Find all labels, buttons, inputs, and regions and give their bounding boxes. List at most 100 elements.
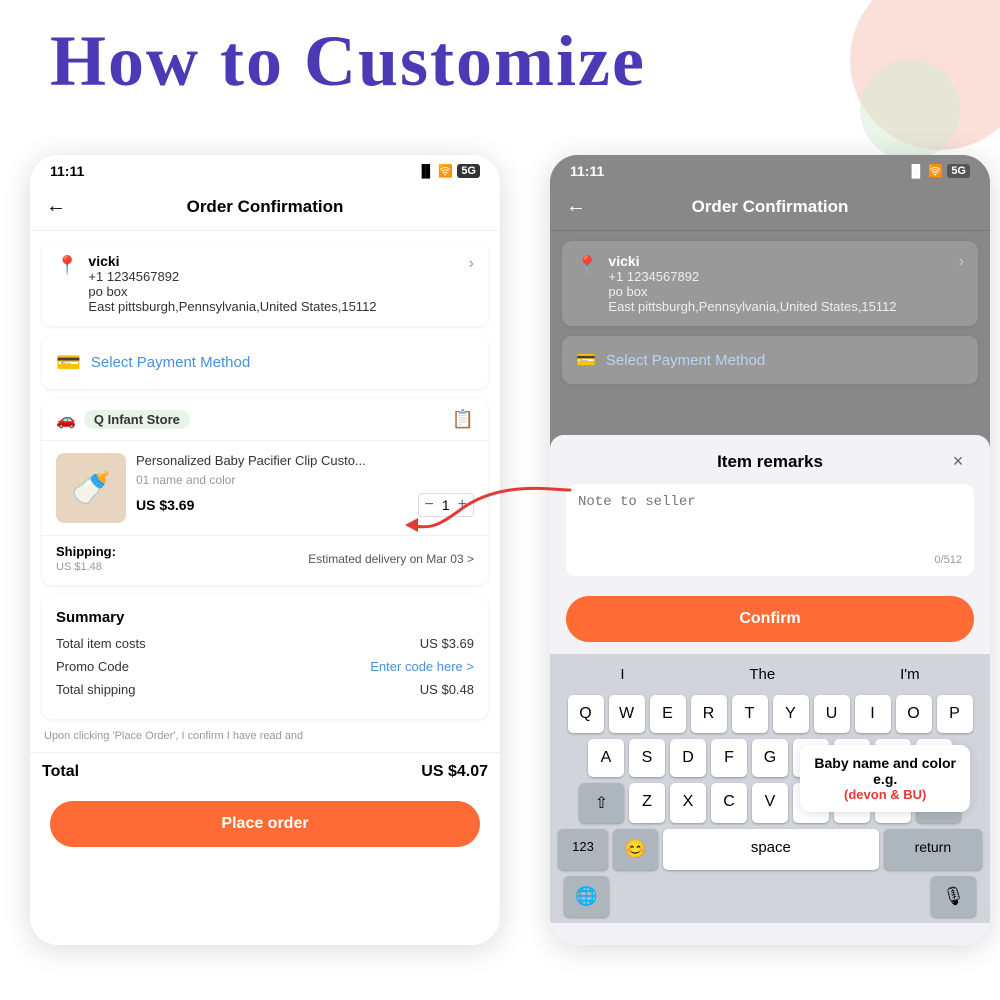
product-image-inner-left: 🍼: [56, 453, 126, 523]
addr-line1-left: po box: [88, 284, 458, 299]
key-space[interactable]: space: [663, 829, 879, 870]
key-shift[interactable]: ⇧: [579, 783, 624, 823]
key-t[interactable]: T: [732, 695, 768, 733]
summary-section-left: Summary Total item costs US $3.69 Promo …: [42, 595, 488, 719]
payment-icon-right-bg: 💳: [576, 350, 596, 370]
key-mic[interactable]: 🎙: [931, 876, 976, 917]
page-title: How to Customize: [50, 20, 646, 103]
key-emoji[interactable]: 😊: [613, 829, 658, 870]
key-g[interactable]: G: [752, 739, 788, 777]
place-order-button-left[interactable]: Place order: [50, 801, 480, 847]
key-x[interactable]: X: [670, 783, 706, 823]
addr-line2-left: East pittsburgh,Pennsylvania,United Stat…: [88, 299, 458, 314]
summary-row-shipping-left: Total shipping US $0.48: [56, 682, 474, 697]
payment-icon-left: 💳: [56, 350, 81, 375]
note-icon-left[interactable]: 📋: [452, 409, 474, 430]
keyboard-suggestions: I The I'm: [554, 662, 986, 687]
addr-name-right-bg: vicki: [608, 253, 948, 269]
summary-shipping-value-left: US $0.48: [420, 682, 474, 697]
back-button-left[interactable]: ←: [46, 195, 66, 218]
instruction-line1: Baby name and color: [814, 755, 956, 771]
product-name-left: Personalized Baby Pacifier Clip Custo...: [136, 453, 474, 470]
address-row-left: 📍 vicki +1 1234567892 po box East pittsb…: [56, 253, 474, 314]
nav-title-right-bg: Order Confirmation: [586, 197, 954, 217]
key-f[interactable]: F: [711, 739, 747, 777]
summary-row-promo-left[interactable]: Promo Code Enter code here >: [56, 659, 474, 674]
summary-row-items-left: Total item costs US $3.69: [56, 636, 474, 651]
suggestion-im[interactable]: I'm: [892, 662, 928, 687]
key-i[interactable]: I: [855, 695, 891, 733]
addr-phone-left: +1 1234567892: [88, 269, 458, 284]
total-label-left: Total: [42, 763, 79, 781]
note-counter: 0/512: [578, 554, 962, 566]
addr-phone-right-bg: +1 1234567892: [608, 269, 948, 284]
location-icon-left: 📍: [56, 255, 78, 276]
key-a[interactable]: A: [588, 739, 624, 777]
key-p[interactable]: P: [937, 695, 973, 733]
key-y[interactable]: Y: [773, 695, 809, 733]
keyboard-globe-mic-row: 🌐 🎙: [554, 870, 986, 919]
store-icon-left: 🚗: [56, 410, 76, 430]
key-s[interactable]: S: [629, 739, 665, 777]
addr-name-left: vicki: [88, 253, 458, 269]
payment-text-left: Select Payment Method: [91, 354, 250, 371]
key-r[interactable]: R: [691, 695, 727, 733]
wifi-icon-left: 🛜: [438, 164, 453, 178]
shipping-strong-left: Shipping:: [56, 544, 116, 559]
battery-left: 5G: [457, 164, 480, 178]
address-card-right-bg: 📍 vicki +1 1234567892 po box East pittsb…: [562, 241, 978, 326]
time-right: 11:11: [570, 163, 604, 179]
disclaimer-left: Upon clicking 'Place Order', I confirm I…: [42, 729, 488, 744]
arrow-svg: [400, 470, 580, 550]
summary-title-left: Summary: [56, 609, 474, 626]
payment-card-right-bg: 💳 Select Payment Method: [562, 336, 978, 384]
key-u[interactable]: U: [814, 695, 850, 733]
key-v[interactable]: V: [752, 783, 788, 823]
signal-icon-right: ▐▌: [907, 164, 924, 178]
summary-items-value-left: US $3.69: [420, 636, 474, 651]
note-input[interactable]: [578, 494, 962, 554]
summary-promo-value-left[interactable]: Enter code here >: [370, 659, 474, 674]
shipping-cost-left: US $1.48: [56, 561, 102, 573]
modal-close-button[interactable]: ×: [946, 451, 970, 472]
store-name-row-left: 🚗 Q Infant Store: [56, 410, 190, 430]
addr-line1-right-bg: po box: [608, 284, 948, 299]
nav-title-left: Order Confirmation: [66, 197, 464, 217]
battery-right: 5G: [947, 164, 970, 178]
status-bar-right: 11:11 ▐▌ 🛜 5G: [550, 155, 990, 187]
back-button-right-bg: ←: [566, 195, 586, 218]
addr-chevron-left: ›: [469, 255, 474, 273]
key-o[interactable]: O: [896, 695, 932, 733]
note-area-container[interactable]: 0/512: [566, 484, 974, 576]
addr-line2-right-bg: East pittsburgh,Pennsylvania,United Stat…: [608, 299, 948, 314]
key-e[interactable]: E: [650, 695, 686, 733]
modal-title: Item remarks: [594, 452, 946, 472]
total-row-left: Total US $4.07: [30, 752, 500, 791]
summary-items-label-left: Total item costs: [56, 636, 146, 651]
arrow-annotation: [400, 470, 580, 550]
key-w[interactable]: W: [609, 695, 645, 733]
keyboard-bottom-row: 123 😊 space return: [554, 829, 986, 870]
instruction-line2: e.g.: [814, 771, 956, 787]
modal-sheet: Item remarks × 0/512 Baby name and color…: [550, 435, 990, 945]
location-icon-right-bg: 📍: [576, 255, 598, 276]
confirm-button[interactable]: Confirm: [566, 596, 974, 642]
key-return[interactable]: return: [884, 829, 982, 870]
key-globe[interactable]: 🌐: [564, 876, 609, 917]
key-c[interactable]: C: [711, 783, 747, 823]
bg-circle-bottom-right: [860, 60, 960, 160]
payment-card-left[interactable]: 💳 Select Payment Method: [42, 336, 488, 389]
signal-icon-left: ▐▌: [417, 164, 434, 178]
key-z[interactable]: Z: [629, 783, 665, 823]
wifi-icon-right: 🛜: [928, 164, 943, 178]
addr-chevron-right-bg: ›: [959, 253, 964, 271]
suggestion-the[interactable]: The: [741, 662, 783, 687]
summary-shipping-label-left: Total shipping: [56, 682, 136, 697]
key-numbers[interactable]: 123: [558, 829, 608, 870]
key-d[interactable]: D: [670, 739, 706, 777]
keyboard-row-1: Q W E R T Y U I O P: [554, 695, 986, 733]
shipping-label-left: Shipping: US $1.48: [56, 544, 116, 573]
key-q[interactable]: Q: [568, 695, 604, 733]
address-card-left[interactable]: 📍 vicki +1 1234567892 po box East pittsb…: [42, 241, 488, 326]
suggestion-i[interactable]: I: [612, 662, 632, 687]
